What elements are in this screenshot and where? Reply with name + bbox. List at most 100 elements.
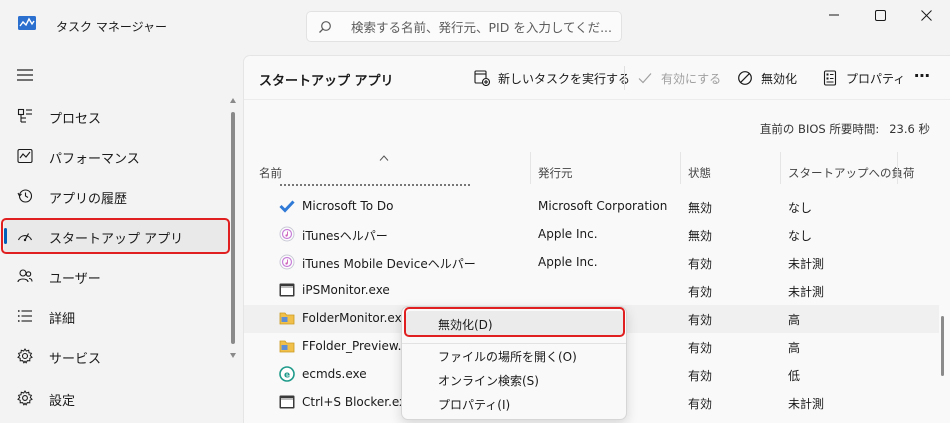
table-row[interactable]: Microsoft To Do Microsoft Corporation 無効… [244,193,939,221]
users-icon [17,269,33,283]
maximize-icon [874,9,886,21]
row-impact: 高 [788,313,801,327]
row-status: 無効 [688,201,713,215]
sidebar-scroll-thumb[interactable] [231,112,235,344]
column-header-status[interactable]: 状態 [688,165,711,181]
app-title: タスク マネージャー [56,20,167,34]
sidebar-item-label: サービス [49,352,102,367]
sidebar-item-users[interactable]: ユーザー [4,258,229,294]
folder-app-icon [279,340,295,353]
row-impact: 未計測 [788,285,825,299]
context-menu-label: ファイルの場所を開く(O) [438,350,577,364]
column-separator[interactable] [780,152,781,184]
hamburger-menu-icon[interactable] [17,69,33,81]
row-impact: 未計測 [788,397,825,411]
row-name: ecmds.exe [302,367,367,381]
column-separator[interactable] [680,152,681,184]
table-row[interactable]: iTunes Mobile Deviceヘルパー Apple Inc. 有効 未… [244,249,939,277]
sidebar-item-label: 詳細 [49,312,76,327]
task-manager-window: タスク マネージャー 検索する名前、発行元、PID を入力してくだ... プロセ… [0,0,950,423]
page-title: スタートアップ アプリ [259,74,394,89]
row-status: 有効 [688,397,713,411]
sidebar-item-label: パフォーマンス [49,152,140,167]
column-header-publisher[interactable]: 発行元 [538,165,573,181]
sort-ascending-icon[interactable] [379,155,389,161]
row-name: Microsoft To Do [302,199,394,213]
scroll-up-icon[interactable] [230,98,236,103]
table-scrollbar-thumb[interactable] [941,316,944,376]
toolbar-separator [624,66,625,90]
context-menu-disable[interactable]: 無効化(D) [406,311,624,335]
row-impact: 未計測 [788,257,825,271]
column-header-name[interactable]: 名前 [259,165,282,181]
new-task-icon [474,70,490,86]
row-status: 無効 [688,229,713,243]
sidebar-item-settings[interactable]: 設定 [4,380,229,416]
todo-check-icon [279,200,295,213]
disable-button[interactable]: 無効化 [737,66,797,90]
context-menu-label: 無効化(D) [438,318,493,332]
toolbar-divider [244,99,950,100]
close-button[interactable] [903,0,949,30]
checkmark-icon [638,73,652,84]
row-name: FolderMonitor.exe [302,311,409,325]
scroll-down-icon[interactable] [230,353,236,358]
monitor-app-icon [279,395,295,409]
column-separator[interactable] [530,152,531,184]
search-input[interactable] [351,18,613,36]
maximize-button[interactable] [857,0,903,30]
sidebar-item-startup-apps[interactable]: スタートアップ アプリ [4,218,229,254]
title-bar: タスク マネージャー [0,0,950,50]
context-menu-label: プロパティ(I) [438,398,511,412]
sidebar-item-services[interactable]: サービス [4,338,229,374]
more-options-icon[interactable]: ⋯ [914,66,931,85]
table-row[interactable]: iPSMonitor.exe 有効 未計測 [244,277,939,305]
properties-button[interactable]: プロパティ [822,66,905,90]
minimize-button[interactable] [811,0,857,30]
row-status: 有効 [688,313,713,327]
settings-gear-icon [17,390,33,406]
sidebar-scrollbar[interactable] [230,98,236,360]
enable-button[interactable]: 有効にする [637,66,721,90]
itunes-icon [279,254,295,270]
properties-icon [823,70,837,86]
enable-label: 有効にする [661,71,722,86]
clipped-row [244,184,939,189]
folder-app-icon [279,312,295,325]
disable-label: 無効化 [761,71,798,86]
sidebar-item-app-history[interactable]: アプリの履歴 [4,178,229,214]
app-history-icon [17,189,33,203]
column-header-startup-impact[interactable]: スタートアップへの負荷 [788,165,915,181]
sidebar-item-processes[interactable]: プロセス [4,98,229,134]
search-icon [319,21,331,33]
row-name: iPSMonitor.exe [302,283,390,297]
row-impact: なし [788,201,813,215]
context-menu-label: オンライン検索(S) [438,374,539,388]
active-indicator [4,228,7,244]
row-status: 有効 [688,369,713,383]
services-icon [17,348,33,364]
run-new-task-label: 新しいタスクを実行する [498,71,631,86]
context-menu-open-file-location[interactable]: ファイルの場所を開く(O) [406,343,624,367]
context-menu-search-online[interactable]: オンライン検索(S) [406,367,624,391]
row-impact: 高 [788,341,801,355]
search-box[interactable] [306,11,622,42]
properties-label: プロパティ [846,71,906,86]
sidebar-item-details[interactable]: 詳細 [4,298,229,334]
run-new-task-button[interactable]: 新しいタスクを実行する [474,66,630,90]
itunes-icon [279,226,295,242]
svg-text:e: e [284,371,290,381]
context-menu-properties[interactable]: プロパティ(I) [406,391,624,415]
disable-icon [738,71,752,85]
row-publisher: Apple Inc. [538,255,598,269]
column-separator[interactable] [897,152,898,184]
row-impact: なし [788,229,813,243]
bios-value: 23.6 秒 [889,122,930,136]
sidebar-item-performance[interactable]: パフォーマンス [4,138,229,174]
row-publisher: Apple Inc. [538,227,598,241]
row-name: iTunes Mobile Deviceヘルパー [302,257,476,271]
table-row[interactable]: iTunesヘルパー Apple Inc. 無効 なし [244,221,939,249]
task-manager-app-icon [18,16,36,30]
bios-label: 直前の BIOS 所要時間: [759,122,880,136]
row-name: iTunesヘルパー [302,229,388,243]
